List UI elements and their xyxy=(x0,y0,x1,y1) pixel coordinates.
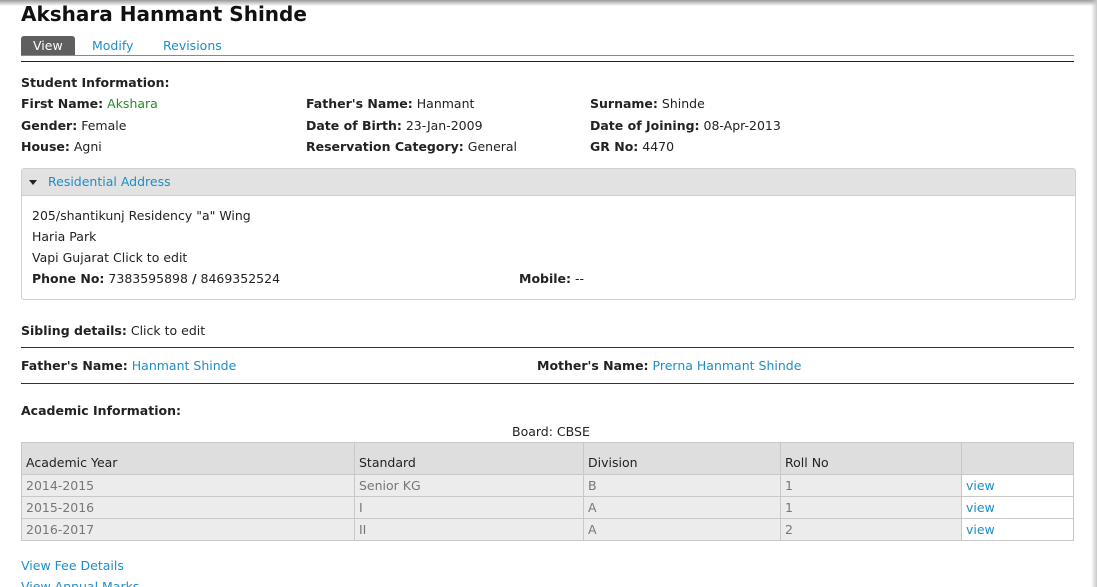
cell-division: A xyxy=(583,518,781,541)
tab-modify[interactable]: Modify xyxy=(92,36,133,56)
mobile-value: -- xyxy=(575,271,585,286)
cell-standard: I xyxy=(354,496,584,519)
sibling-label: Sibling details: xyxy=(21,323,127,338)
tab-revisions[interactable]: Revisions xyxy=(163,36,222,56)
column-header-roll-no: Roll No xyxy=(780,442,962,475)
mother-field: Mother's Name: Prerna Hanmant Shinde xyxy=(537,358,801,373)
gender-label: Gender: xyxy=(21,118,78,133)
fathers-name-value: Hanmant xyxy=(416,96,475,111)
cell-academic-year: 2014-2015 xyxy=(21,474,355,497)
view-fee-details-link[interactable]: View Fee Details xyxy=(21,558,124,573)
table-row: 2015-2016 I A 1 view xyxy=(21,496,1074,519)
cell-standard: Senior KG xyxy=(354,474,584,497)
reservation-field: Reservation Category: General xyxy=(306,139,517,154)
surname-value: Shinde xyxy=(661,96,705,111)
reservation-value: General xyxy=(467,139,518,154)
cell-division: A xyxy=(583,496,781,519)
fathers-name-field: Father's Name: Hanmant xyxy=(306,96,474,111)
sibling-value[interactable]: Click to edit xyxy=(131,323,205,338)
father-field: Father's Name: Hanmant Shinde xyxy=(21,358,236,373)
cell-academic-year: 2016-2017 xyxy=(21,518,355,541)
divider xyxy=(21,61,1074,62)
first-name-field: First Name: Akshara xyxy=(21,96,158,111)
phone-separator: / xyxy=(191,271,197,286)
table-row: 2014-2015 Senior KG B 1 view xyxy=(21,474,1074,497)
residential-address-title[interactable]: Residential Address xyxy=(48,174,171,189)
residential-address-panel: Residential Address 205/shantikunj Resid… xyxy=(21,168,1076,300)
view-link[interactable]: view xyxy=(966,478,995,493)
dob-label: Date of Birth: xyxy=(306,118,402,133)
column-header-action xyxy=(961,442,1074,475)
address-line-3[interactable]: Vapi Gujarat Click to edit xyxy=(32,250,187,265)
doj-value: 08-Apr-2013 xyxy=(703,118,781,133)
father-link[interactable]: Hanmant Shinde xyxy=(132,358,237,373)
table-row: 2016-2017 II A 2 view xyxy=(21,518,1074,541)
student-info-heading: Student Information: xyxy=(21,75,170,90)
sibling-field: Sibling details: Click to edit xyxy=(21,323,205,338)
dob-value: 23-Jan-2009 xyxy=(405,118,483,133)
cell-roll-no: 2 xyxy=(780,518,962,541)
gr-field: GR No: 4470 xyxy=(590,139,674,154)
fathers-name-label: Father's Name: xyxy=(306,96,413,111)
cell-roll-no: 1 xyxy=(780,496,962,519)
gender-value: Female xyxy=(81,118,127,133)
right-scroll-shade xyxy=(1091,0,1097,587)
dob-field: Date of Birth: 23-Jan-2009 xyxy=(306,118,483,133)
first-name-value: Akshara xyxy=(107,96,158,111)
mother-link[interactable]: Prerna Hanmant Shinde xyxy=(653,358,802,373)
cell-academic-year: 2015-2016 xyxy=(21,496,355,519)
academic-info-heading: Academic Information: xyxy=(21,403,181,418)
column-header-academic-year: Academic Year xyxy=(21,442,355,475)
father-label: Father's Name: xyxy=(21,358,128,373)
doj-label: Date of Joining: xyxy=(590,118,700,133)
column-header-division: Division xyxy=(583,442,781,475)
gr-label: GR No: xyxy=(590,139,639,154)
view-annual-marks-link[interactable]: View Annual Marks xyxy=(21,579,139,587)
cell-division: B xyxy=(583,474,781,497)
cell-action: view xyxy=(961,474,1074,497)
divider xyxy=(21,347,1074,348)
view-link[interactable]: view xyxy=(966,500,995,515)
gender-field: Gender: Female xyxy=(21,118,126,133)
view-link[interactable]: view xyxy=(966,522,995,537)
first-name-label: First Name: xyxy=(21,96,104,111)
address-line-2: Haria Park xyxy=(32,229,97,244)
phone-label: Phone No: xyxy=(32,271,105,286)
cell-action: view xyxy=(961,496,1074,519)
tab-underline xyxy=(21,55,1074,56)
tab-view[interactable]: View xyxy=(21,36,75,56)
house-value: Agni xyxy=(73,139,102,154)
address-line-1: 205/shantikunj Residency "a" Wing xyxy=(32,208,251,223)
board-label: Board: CBSE xyxy=(512,424,590,439)
doj-field: Date of Joining: 08-Apr-2013 xyxy=(590,118,781,133)
surname-label: Surname: xyxy=(590,96,658,111)
phone-field: Phone No: 7383595898 / 8469352524 xyxy=(32,271,280,286)
column-header-standard: Standard xyxy=(354,442,584,475)
caret-down-icon[interactable] xyxy=(29,180,37,185)
gr-value: 4470 xyxy=(642,139,675,154)
academic-table: Academic Year Standard Division Roll No … xyxy=(21,442,1074,541)
phone-2: 8469352524 xyxy=(200,271,281,286)
surname-field: Surname: Shinde xyxy=(590,96,705,111)
divider xyxy=(21,383,1074,384)
table-header-row: Academic Year Standard Division Roll No xyxy=(21,442,1074,475)
house-label: House: xyxy=(21,139,70,154)
cell-roll-no: 1 xyxy=(780,474,962,497)
house-field: House: Agni xyxy=(21,139,102,154)
residential-address-header[interactable]: Residential Address xyxy=(22,169,1075,196)
reservation-label: Reservation Category: xyxy=(306,139,464,154)
cell-action: view xyxy=(961,518,1074,541)
page-title: Akshara Hanmant Shinde xyxy=(21,2,307,26)
mother-label: Mother's Name: xyxy=(537,358,649,373)
mobile-field: Mobile: -- xyxy=(519,271,584,286)
cell-standard: II xyxy=(354,518,584,541)
mobile-label: Mobile: xyxy=(519,271,572,286)
phone-1: 7383595898 xyxy=(108,271,188,286)
